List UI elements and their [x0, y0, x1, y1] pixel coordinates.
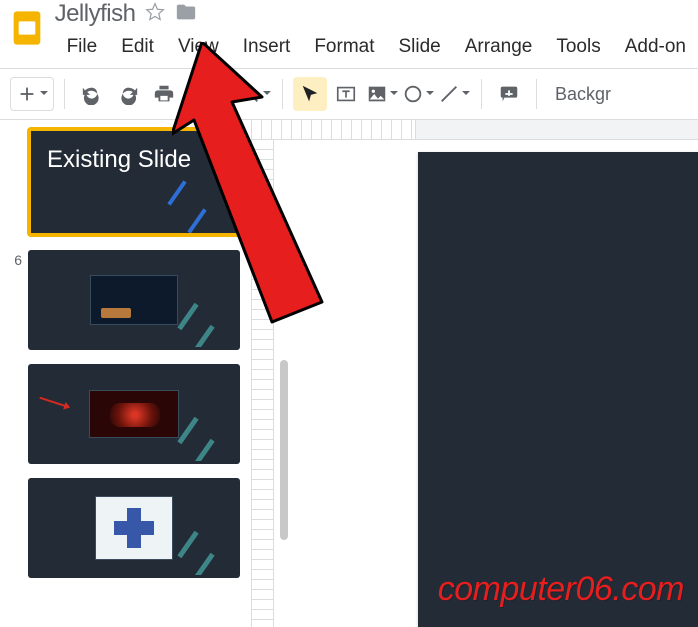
slide-title-text: Existing Slide: [31, 131, 237, 189]
print-button[interactable]: [147, 77, 181, 111]
canvas-area: [252, 120, 698, 627]
decorative-shape: [177, 303, 198, 330]
slide-thumbnail-1[interactable]: Existing Slide: [28, 128, 240, 236]
menu-arrange[interactable]: Arrange: [453, 32, 545, 62]
undo-button[interactable]: [75, 77, 109, 111]
vertical-scrollbar[interactable]: [280, 360, 288, 540]
thumbnail-media: [95, 496, 173, 560]
menu-bar: File Edit View Insert Format Slide Arran…: [55, 28, 698, 62]
chevron-down-icon: [461, 85, 471, 103]
select-tool[interactable]: [293, 77, 327, 111]
filmstrip: Existing Slide 6: [0, 120, 252, 627]
document-title[interactable]: Jellyfish: [55, 0, 136, 28]
decorative-shape: [187, 208, 206, 233]
menu-tools[interactable]: Tools: [544, 32, 612, 62]
menu-file[interactable]: File: [55, 32, 110, 62]
star-icon[interactable]: [145, 2, 165, 27]
toolbar: Backgr: [0, 68, 698, 120]
slide-number: 6: [10, 250, 22, 268]
separator: [64, 79, 65, 109]
decorative-shape: [177, 417, 198, 444]
background-button[interactable]: Backgr: [547, 84, 615, 105]
menu-insert[interactable]: Insert: [231, 32, 303, 62]
comment-button[interactable]: [492, 77, 526, 111]
redo-button[interactable]: [111, 77, 145, 111]
slide-canvas[interactable]: [418, 152, 698, 627]
chevron-down-icon: [389, 85, 399, 103]
paint-format-button[interactable]: [183, 77, 217, 111]
line-button[interactable]: [437, 77, 471, 111]
decorative-shape: [177, 531, 198, 558]
slide-thumbnail-3[interactable]: [28, 364, 240, 464]
menu-addons[interactable]: Add-on: [613, 32, 698, 62]
menu-format[interactable]: Format: [302, 32, 386, 62]
menu-edit[interactable]: Edit: [109, 32, 166, 62]
chevron-down-icon: [39, 85, 49, 103]
slides-logo[interactable]: [6, 4, 49, 52]
slide-number: [10, 364, 22, 366]
chevron-down-icon: [425, 85, 435, 103]
menu-view[interactable]: View: [166, 32, 231, 62]
horizontal-ruler: [252, 120, 698, 140]
zoom-button[interactable]: [238, 77, 272, 111]
separator: [536, 79, 537, 109]
slide-number: [10, 478, 22, 480]
move-folder-icon[interactable]: [175, 1, 197, 28]
decorative-shape: [193, 325, 214, 350]
shape-button[interactable]: [401, 77, 435, 111]
separator: [227, 79, 228, 109]
separator: [282, 79, 283, 109]
thumbnail-media: [89, 390, 179, 438]
watermark-text: computer06.com: [438, 570, 684, 609]
chevron-down-icon: [262, 85, 272, 103]
slide-number: [10, 128, 22, 130]
textbox-button[interactable]: [329, 77, 363, 111]
decorative-shape: [193, 439, 214, 464]
slide-thumbnail-4[interactable]: [28, 478, 240, 578]
decorative-shape: [193, 553, 214, 578]
annotation-arrow-icon: [39, 397, 66, 408]
vertical-ruler: [252, 140, 274, 627]
separator: [481, 79, 482, 109]
thumbnail-media: [90, 275, 178, 325]
menu-slide[interactable]: Slide: [387, 32, 453, 62]
image-button[interactable]: [365, 77, 399, 111]
slide-thumbnail-2[interactable]: [28, 250, 240, 350]
new-slide-button[interactable]: [10, 77, 54, 111]
